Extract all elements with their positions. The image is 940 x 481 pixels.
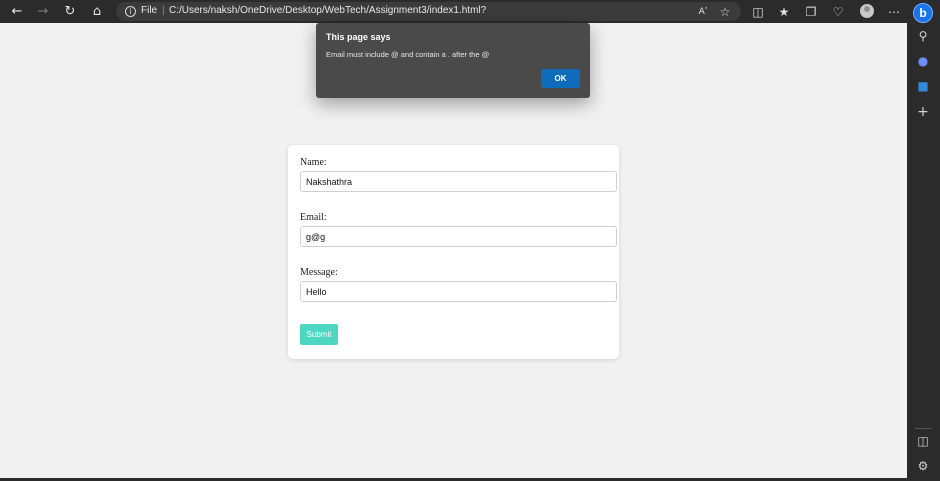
back-arrow-icon[interactable]: ← [7,2,27,21]
info-icon[interactable]: i [125,6,136,17]
shopping-icon[interactable]: ● [913,51,933,71]
settings-gear-icon[interactable]: ⚙ [913,456,933,476]
name-label: Name: [300,157,327,168]
collections-icon[interactable]: ❐ [801,2,821,21]
more-menu-icon[interactable]: ⋯ [884,2,904,21]
edge-sidebar: b ⚲ ● ■ + ◫ ⚙ [907,0,940,481]
hide-sidebar-icon[interactable]: ◫ [913,431,933,451]
add-icon[interactable]: + [913,102,933,122]
bing-copilot-icon[interactable]: b [913,3,933,23]
ok-button[interactable]: OK [541,69,580,88]
sidebar-divider [915,428,932,429]
browser-toolbar: ← → ↻ ⌂ i File | C:/Users/naksh/OneDrive… [0,0,907,23]
home-icon[interactable]: ⌂ [87,2,107,21]
file-scheme-label: File [141,5,158,16]
forward-arrow-icon[interactable]: → [33,2,53,21]
submit-button[interactable]: Submit [300,324,338,345]
alert-dialog: This page says Email must include @ and … [316,23,590,98]
address-bar[interactable]: i File | C:/Users/naksh/OneDrive/Desktop… [116,2,741,21]
refresh-icon[interactable]: ↻ [60,2,80,21]
split-screen-icon[interactable]: ◫ [748,2,768,21]
favorite-star-icon[interactable]: ☆ [715,2,735,21]
contact-form: Name: Email: Message: Submit [288,145,619,359]
dialog-message: Email must include @ and contain a . aft… [326,50,490,59]
message-label: Message: [300,267,338,278]
search-icon[interactable]: ⚲ [913,26,933,46]
address-separator: | [162,5,165,16]
browser-essentials-icon[interactable]: ♡ [828,2,848,21]
dialog-title: This page says [326,32,391,42]
read-aloud-icon[interactable]: Aʹ [693,2,713,21]
message-input[interactable] [300,281,617,302]
name-input[interactable] [300,171,617,192]
email-input[interactable] [300,226,617,247]
email-label: Email: [300,212,327,223]
url-text[interactable]: C:/Users/naksh/OneDrive/Desktop/WebTech/… [169,5,486,16]
profile-avatar[interactable] [860,4,874,18]
favorites-list-icon[interactable]: ★ [774,2,794,21]
outlook-icon[interactable]: ■ [913,76,933,96]
